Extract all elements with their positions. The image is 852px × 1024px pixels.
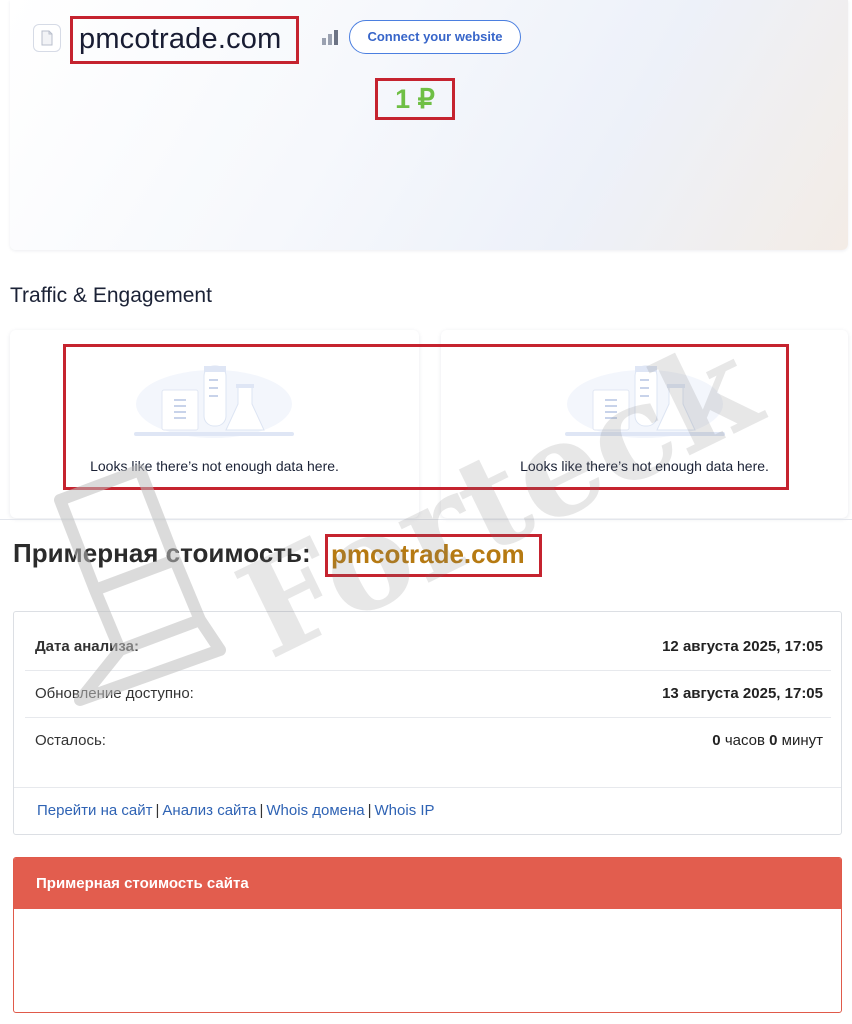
info-value-time-left: 0 часов 0 минут (712, 732, 823, 749)
info-row-time-left: Осталось: 0 часов 0 минут (25, 718, 831, 765)
link-site-analysis[interactable]: Анализ сайта (162, 802, 256, 819)
link-separator: | (367, 802, 372, 819)
section-divider (0, 519, 852, 520)
empty-data-message: Looks like there’s not enough data here. (520, 458, 769, 474)
link-separator: | (259, 802, 264, 819)
empty-lab-illustration-icon (565, 365, 725, 438)
info-label: Осталось: (35, 732, 106, 749)
site-price-card: Примерная стоимость сайта (13, 857, 842, 1013)
section-title-traffic: Traffic & Engagement (10, 284, 212, 307)
info-row-analysis-date: Дата анализа: 12 августа 2025, 17:05 (25, 624, 831, 671)
links-divider (14, 787, 841, 788)
link-whois-ip[interactable]: Whois IP (375, 802, 435, 819)
link-whois-domain[interactable]: Whois домена (266, 802, 364, 819)
price-value: 1 ₽ (375, 78, 455, 120)
minutes-value: 0 (769, 732, 778, 749)
page-icon (33, 24, 61, 52)
empty-data-message: Looks like there’s not enough data here. (90, 458, 339, 474)
traffic-panel-right: Looks like there’s not enough data here. (441, 330, 848, 518)
empty-lab-illustration-icon (134, 365, 294, 438)
link-separator: | (155, 802, 160, 819)
connect-website-button[interactable]: Connect your website (349, 20, 521, 54)
link-go-to-site[interactable]: Перейти на сайт (37, 802, 153, 819)
info-label: Дата анализа: (35, 638, 139, 655)
info-value: 13 августа 2025, 17:05 (662, 685, 823, 702)
info-value: 12 августа 2025, 17:05 (662, 638, 823, 655)
info-label: Обновление доступно: (35, 685, 194, 702)
site-links: Перейти на сайт | Анализ сайта | Whois домен… (37, 802, 435, 819)
hours-unit: часов (724, 732, 765, 749)
cost-heading: Примерная стоимость: (13, 538, 311, 568)
minutes-unit: минут (781, 732, 823, 749)
rank-bars-icon (321, 28, 341, 46)
cost-domain: pmcotrade.com (325, 534, 542, 577)
price-card-header: Примерная стоимость сайта (14, 858, 841, 909)
traffic-panel-left: Looks like there’s not enough data here. (10, 330, 419, 518)
info-row-update-available: Обновление доступно: 13 августа 2025, 17… (25, 671, 831, 718)
analysis-info-card: Дата анализа: 12 августа 2025, 17:05 Обн… (13, 611, 842, 835)
hours-value: 0 (712, 732, 721, 749)
domain-title: pmcotrade.com (70, 16, 299, 64)
